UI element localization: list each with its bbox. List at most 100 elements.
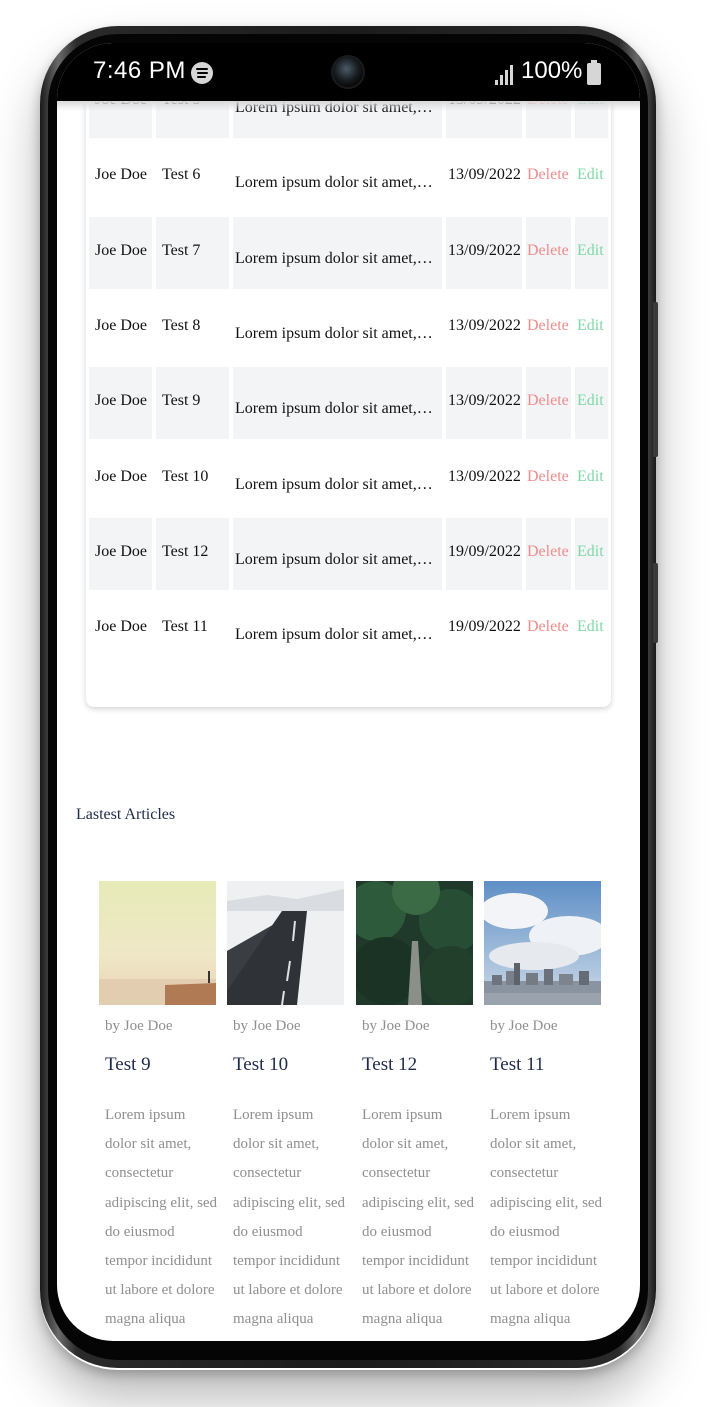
author-cell: Joe Doe bbox=[89, 292, 152, 364]
hazy-coastline-photo[interactable] bbox=[99, 881, 216, 1005]
power-button bbox=[653, 563, 658, 643]
delete-cell: Delete bbox=[526, 517, 571, 590]
excerpt-line: magna aliqua bbox=[362, 1311, 443, 1328]
body-cell: Lorem ipsum dolor sit amet,… bbox=[235, 249, 433, 267]
edit-button[interactable]: Edit bbox=[577, 242, 604, 260]
title-cell: Test 6 bbox=[156, 141, 229, 213]
phone-screen: 7:46 PM 100% Joe DoeTest 5Lorem ipsum do… bbox=[57, 43, 640, 1341]
author-cell: Joe Doe bbox=[95, 542, 147, 560]
excerpt-line: tempor incididunt bbox=[233, 1253, 341, 1270]
title-cell: Test 6 bbox=[162, 166, 201, 184]
city-skyline-photo[interactable] bbox=[484, 881, 601, 1005]
delete-cell: Delete bbox=[526, 141, 571, 213]
excerpt-line: tempor incididunt bbox=[362, 1253, 470, 1270]
forest-road-photo[interactable] bbox=[356, 881, 473, 1005]
edit-cell: Edit bbox=[575, 367, 608, 440]
excerpt-line: ut labore et dolore bbox=[490, 1282, 600, 1299]
spotify-icon bbox=[191, 62, 213, 84]
excerpt-line: Lorem ipsum bbox=[490, 1107, 571, 1123]
title-cell: Test 7 bbox=[162, 241, 201, 259]
excerpt-line: dolor sit amet, bbox=[362, 1136, 449, 1153]
title-cell: Test 9 bbox=[162, 392, 201, 410]
date-cell: 19/09/2022 bbox=[446, 517, 522, 590]
signal-icon bbox=[495, 63, 517, 85]
author-cell: Joe Doe bbox=[89, 517, 152, 590]
front-camera bbox=[333, 57, 363, 87]
delete-button[interactable]: Delete bbox=[527, 543, 569, 561]
latest-articles-heading: Lastest Articles bbox=[76, 806, 176, 823]
date-cell: 19/09/2022 bbox=[448, 542, 521, 560]
excerpt-line: do eiusmod bbox=[362, 1223, 432, 1240]
edit-button[interactable]: Edit bbox=[577, 618, 604, 636]
excerpt-line: dolor sit amet, bbox=[233, 1136, 320, 1153]
author-cell: Joe Doe bbox=[89, 593, 152, 665]
snowy-road-photo[interactable] bbox=[227, 881, 344, 1005]
body-cell: Lorem ipsum dolor sit amet,… bbox=[233, 216, 442, 289]
title-cell: Test 12 bbox=[156, 517, 229, 590]
edit-button[interactable]: Edit bbox=[577, 468, 604, 486]
excerpt-line: magna aliqua bbox=[233, 1311, 314, 1328]
author-cell: Joe Doe bbox=[89, 367, 152, 440]
excerpt-line: tempor incididunt bbox=[490, 1253, 598, 1270]
article-excerpt: Lorem ipsum dolor sit amet, consectetur adi… bbox=[105, 1101, 223, 1335]
article-title[interactable]: Test 10 bbox=[233, 1054, 288, 1076]
table-row: Joe Doe Test 12 Lorem ipsum dolor sit amet… bbox=[86, 515, 611, 590]
delete-cell: Delete bbox=[526, 367, 571, 440]
body-cell: Lorem ipsum dolor sit amet,… bbox=[235, 174, 433, 192]
article-title[interactable]: Test 12 bbox=[362, 1054, 417, 1076]
excerpt-line: ut labore et dolore bbox=[233, 1282, 343, 1299]
excerpt-line: tempor incididunt bbox=[105, 1253, 213, 1270]
status-bar-shadow bbox=[57, 101, 640, 111]
date-cell: 13/09/2022 bbox=[448, 166, 521, 184]
status-bar: 7:46 PM 100% bbox=[57, 43, 640, 101]
body-cell: Lorem ipsum dolor sit amet,… bbox=[233, 593, 442, 665]
table-row: Joe Doe Test 8 Lorem ipsum dolor sit amet,… bbox=[86, 289, 611, 364]
edit-cell: Edit bbox=[575, 292, 608, 364]
title-cell: Test 12 bbox=[162, 542, 209, 560]
date-cell: 13/09/2022 bbox=[446, 216, 522, 289]
article-excerpt: Lorem ipsum dolor sit amet, consectetur adi… bbox=[233, 1101, 351, 1335]
delete-button[interactable]: Delete bbox=[527, 468, 569, 486]
excerpt-line: do eiusmod bbox=[490, 1223, 560, 1240]
edit-cell: Edit bbox=[575, 517, 608, 590]
article-excerpt: Lorem ipsum dolor sit amet, consectetur adi… bbox=[490, 1101, 608, 1335]
body-cell: Lorem ipsum dolor sit amet,… bbox=[235, 626, 433, 644]
article-title[interactable]: Test 9 bbox=[105, 1054, 151, 1076]
table-row: Joe Doe Test 10 Lorem ipsum dolor sit amet… bbox=[86, 440, 611, 515]
article-byline: by Joe Doe bbox=[362, 1018, 430, 1034]
excerpt-line: magna aliqua bbox=[490, 1311, 571, 1328]
delete-cell: Delete bbox=[526, 292, 571, 364]
title-cell: Test 7 bbox=[156, 216, 229, 289]
title-cell: Test 11 bbox=[156, 593, 229, 665]
delete-button[interactable]: Delete bbox=[527, 166, 569, 184]
article-byline: by Joe Doe bbox=[233, 1018, 301, 1034]
edit-button[interactable]: Edit bbox=[577, 543, 604, 561]
excerpt-line: ut labore et dolore bbox=[105, 1282, 215, 1299]
article-byline: by Joe Doe bbox=[105, 1018, 173, 1034]
delete-button[interactable]: Delete bbox=[527, 317, 569, 335]
excerpt-line: Lorem ipsum bbox=[362, 1107, 443, 1123]
edit-button[interactable]: Edit bbox=[577, 166, 604, 184]
body-cell: Lorem ipsum dolor sit amet,… bbox=[233, 443, 442, 515]
date-cell: 13/09/2022 bbox=[446, 367, 522, 440]
edit-cell: Edit bbox=[575, 216, 608, 289]
excerpt-line: dolor sit amet, bbox=[490, 1136, 577, 1153]
article-byline: by Joe Doe bbox=[490, 1018, 558, 1034]
edit-cell: Edit bbox=[575, 443, 608, 515]
excerpt-line: magna aliqua bbox=[105, 1311, 186, 1328]
edit-button[interactable]: Edit bbox=[577, 317, 604, 335]
article-excerpt: Lorem ipsum dolor sit amet, consectetur adi… bbox=[362, 1101, 480, 1335]
delete-button[interactable]: Delete bbox=[527, 392, 569, 410]
article-title[interactable]: Test 11 bbox=[490, 1054, 544, 1076]
edit-button[interactable]: Edit bbox=[577, 392, 604, 410]
author-cell: Joe Doe bbox=[89, 216, 152, 289]
delete-button[interactable]: Delete bbox=[527, 242, 569, 260]
date-cell: 13/09/2022 bbox=[446, 443, 522, 515]
excerpt-line: dolor sit amet, bbox=[105, 1136, 192, 1153]
excerpt-line: adipiscing elit, sed bbox=[362, 1194, 475, 1211]
author-cell: Joe Doe bbox=[89, 443, 152, 515]
delete-button[interactable]: Delete bbox=[527, 618, 569, 636]
delete-cell: Delete bbox=[526, 216, 571, 289]
date-cell: 13/09/2022 bbox=[446, 141, 522, 213]
excerpt-line: consectetur bbox=[105, 1165, 174, 1182]
